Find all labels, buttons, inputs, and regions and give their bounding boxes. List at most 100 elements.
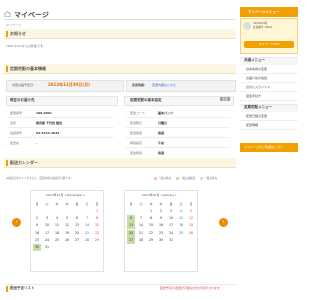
calendar-weekday: 木 (159, 202, 163, 206)
calendar-day[interactable]: 2 (33, 215, 41, 222)
calendar-weekday: 月 (129, 202, 133, 206)
calendar-day[interactable]: 16 (33, 230, 41, 237)
calendar-day[interactable]: 5 (187, 208, 195, 215)
notice-title: お知らせ (10, 31, 26, 36)
calendar-day[interactable]: 7 (83, 215, 91, 222)
calendar-day[interactable]: 31 (43, 244, 51, 251)
calendar-day[interactable]: 15 (93, 222, 101, 229)
delivery-section-title: 定期宅配の基本情報 (10, 66, 46, 71)
calendar-day[interactable]: 4 (177, 208, 185, 215)
home-icon (4, 11, 11, 17)
calendar-day[interactable]: 9 (33, 222, 41, 229)
calendar-day[interactable]: 24 (43, 237, 51, 244)
row-value: 午前 (158, 141, 165, 145)
calendar-day[interactable]: 17 (167, 222, 175, 229)
calendar-day[interactable]: 14 (83, 222, 91, 229)
calendar-day[interactable]: 12 (63, 222, 71, 229)
title-divider (4, 19, 236, 20)
calendar-day[interactable]: 26 (63, 237, 71, 244)
sidebar-item-schedule[interactable]: 配送日程の変更 (240, 112, 298, 121)
prev-month-button[interactable]: ‹ (12, 218, 21, 227)
row-label: 配送曜日 (130, 121, 143, 125)
row-value: 03-5543-4025 (36, 131, 60, 135)
row-divider (8, 127, 114, 128)
calendar-day[interactable]: 11 (53, 222, 61, 229)
calendar-day[interactable]: 23 (33, 237, 41, 244)
calendar-day[interactable]: 18 (53, 230, 61, 237)
calendar-day[interactable]: 25 (177, 230, 185, 237)
calendar-day[interactable]: 27 (73, 237, 81, 244)
legend-swatch (175, 176, 179, 180)
change-info-link[interactable]: 変更内容はこちら (152, 83, 176, 87)
calendar-day[interactable]: 28 (137, 237, 145, 244)
calendar-weekday: 土 (179, 202, 183, 206)
calendar-day[interactable]: 3 (167, 208, 175, 215)
calendar-day[interactable]: 6 (127, 215, 135, 223)
calendar-day[interactable]: 22 (147, 230, 155, 237)
sidebar-item-add-address[interactable]: お届け先の追加 (240, 74, 298, 83)
calendar-day[interactable]: 1 (93, 208, 101, 215)
sidebar-contact-link[interactable]: マイページのご利用はこちら (240, 143, 298, 152)
calendar-day[interactable]: 4 (53, 215, 61, 222)
row-value: 東京都 千代田 飯田 (36, 121, 63, 125)
calendar-day[interactable]: 29 (147, 237, 155, 244)
sidebar-item-profile[interactable]: 基本情報の変更 (240, 65, 298, 74)
calendar-day[interactable]: 23 (157, 230, 165, 237)
calendar-day[interactable]: 1 (147, 208, 155, 215)
calendar-day[interactable]: 26 (187, 230, 195, 237)
sidebar-item-withdraw[interactable]: 退会手続き (240, 92, 298, 101)
calendar-weekday: 火 (45, 202, 49, 206)
calendar-day[interactable]: 19 (187, 222, 195, 229)
row-value: 月曜日 (158, 121, 168, 125)
calendar-day[interactable]: 17 (43, 230, 51, 237)
calendar-day[interactable]: 5 (63, 215, 71, 222)
plan-column-title: 定期宅配の基本設定 (130, 98, 162, 102)
next-month-button[interactable]: › (219, 218, 228, 227)
calendar-day[interactable]: 11 (177, 215, 185, 222)
calendar-day[interactable]: 2 (157, 208, 165, 215)
calendar-day[interactable]: 13 (127, 222, 135, 230)
calendar-day[interactable]: 24 (167, 230, 175, 237)
calendar-day[interactable]: 21 (137, 230, 145, 237)
calendar-day[interactable]: 10 (43, 222, 51, 229)
sidebar-item-favorites[interactable]: お気に入りリスト (240, 83, 298, 92)
calendar-day[interactable]: 27 (127, 236, 135, 244)
calendar-day[interactable]: 8 (93, 215, 101, 222)
calendar-day[interactable]: 14 (137, 222, 145, 229)
calendar-day[interactable]: 20 (127, 229, 135, 237)
calendar-day[interactable]: 10 (167, 215, 175, 222)
row-value: 基本パック (158, 111, 174, 115)
calendar-day[interactable]: 28 (83, 237, 91, 244)
calendar-day[interactable]: 22 (93, 230, 101, 237)
calendar-day[interactable]: 13 (73, 222, 81, 229)
calendar-day[interactable]: 7 (137, 215, 145, 222)
row-label: 配送先 (10, 141, 20, 145)
row-value: 100-0001 (36, 111, 52, 115)
breadcrumb[interactable]: マイページ (6, 23, 21, 27)
row-divider (126, 137, 230, 138)
calendar-day[interactable]: 30 (33, 244, 41, 251)
calendar-day[interactable]: 8 (147, 215, 155, 222)
row-value: 毎週 (158, 131, 165, 135)
calendar-day[interactable]: 12 (187, 215, 195, 222)
calendar-day[interactable]: 18 (177, 222, 185, 229)
plan-accent (6, 285, 8, 292)
calendar-day[interactable]: 16 (157, 222, 165, 229)
row-label: 電話番号 (10, 131, 23, 135)
calendar-day[interactable]: 20 (73, 230, 81, 237)
calendar-day[interactable]: 15 (147, 222, 155, 229)
calendar-day[interactable]: 9 (157, 215, 165, 222)
calendar-day[interactable]: 25 (53, 237, 61, 244)
calendar-day[interactable]: 29 (93, 237, 101, 244)
notice-text: TEST ddddからの新着です。 (6, 44, 46, 48)
plan-change-button[interactable]: 変更 (220, 97, 231, 101)
sidebar-item-details[interactable]: 配送明細 (240, 121, 298, 130)
legend-label: 一般お休み (204, 177, 218, 180)
calendar-day[interactable]: 21 (83, 230, 91, 237)
mypage-top-button[interactable]: マイページTOP (244, 41, 294, 48)
calendar-day[interactable]: 31 (167, 237, 175, 244)
calendar-day[interactable]: 6 (73, 215, 81, 222)
calendar-day[interactable]: 30 (157, 237, 165, 244)
calendar-day[interactable]: 19 (63, 230, 71, 237)
calendar-day[interactable]: 3 (43, 215, 51, 222)
